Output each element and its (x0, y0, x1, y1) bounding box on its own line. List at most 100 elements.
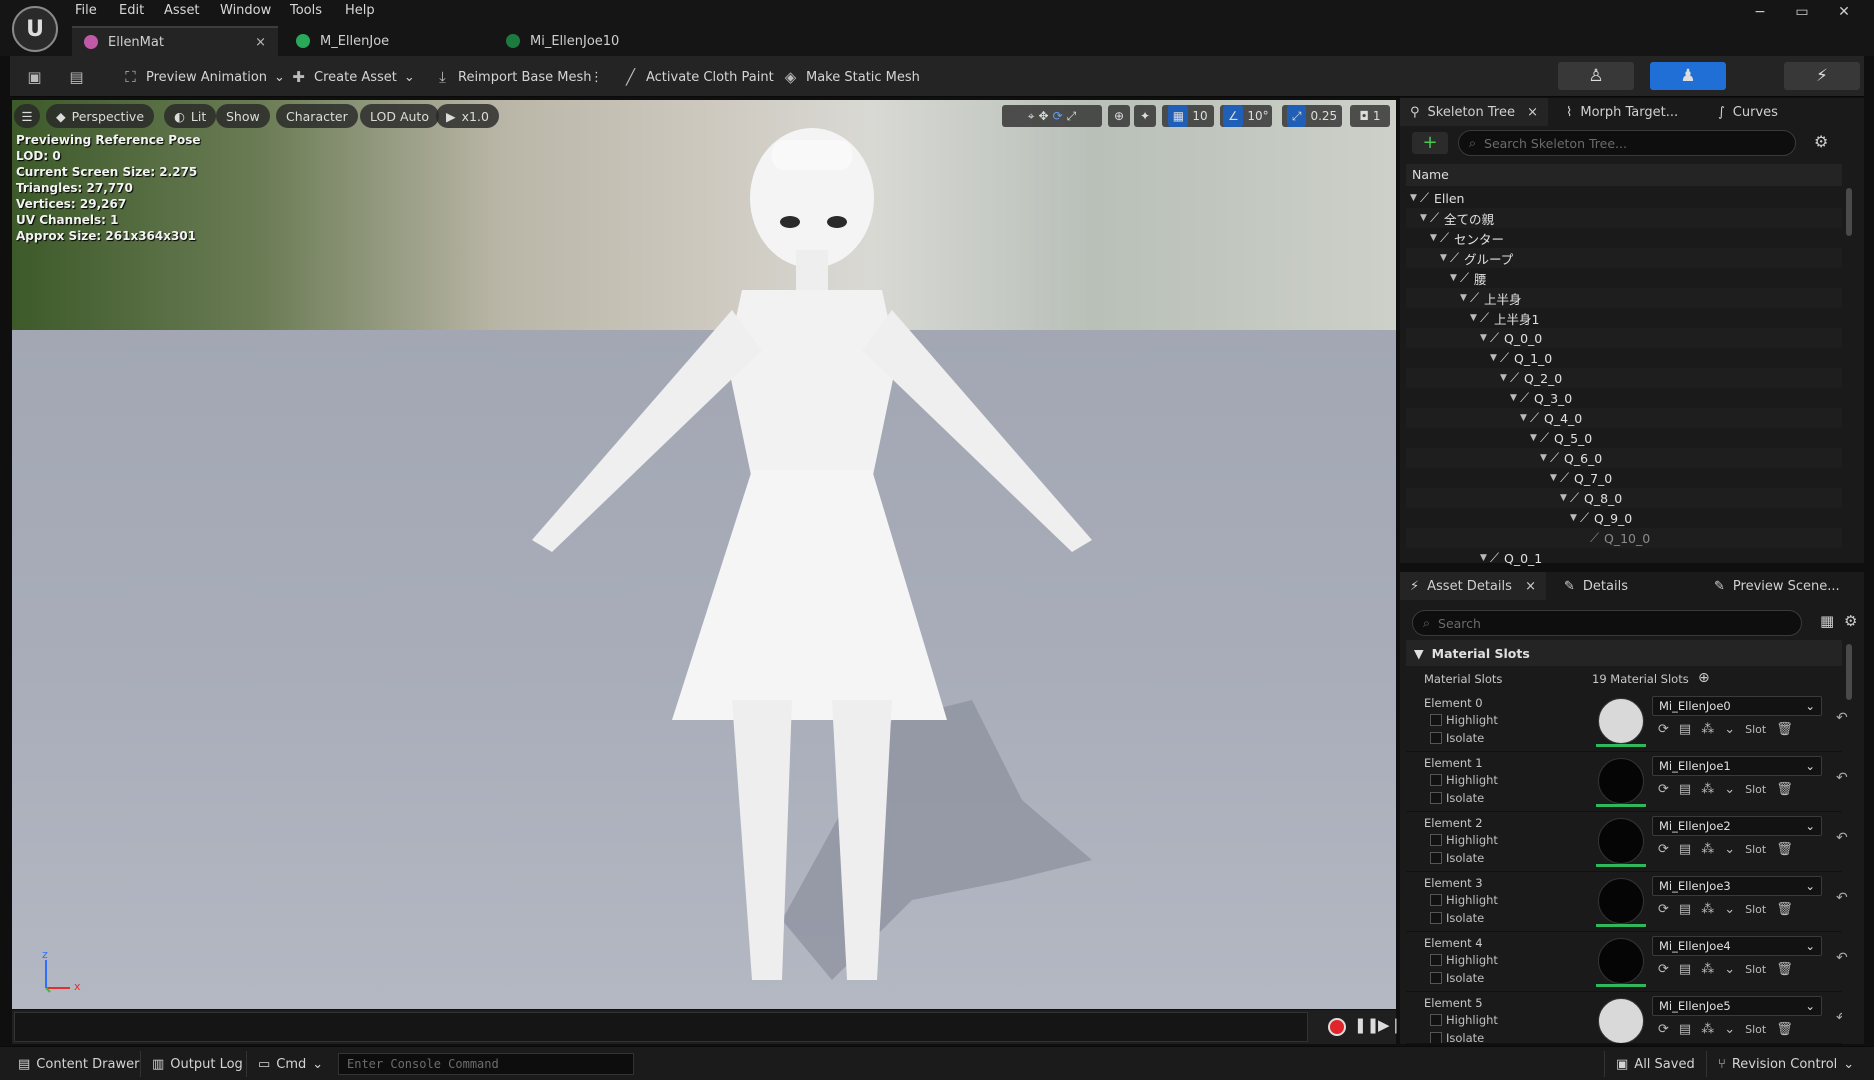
bone-row[interactable]: ▼ ⟋ Q_7_0 (1406, 468, 1842, 488)
skeleton-search-input[interactable]: ⌕ Search Skeleton Tree... (1458, 130, 1796, 156)
skeleton-mode-button[interactable]: ♙ (1558, 62, 1634, 90)
menu-tools[interactable]: Tools (290, 3, 322, 18)
chevron-down-icon[interactable]: ⌄ (1724, 842, 1735, 857)
transform-tools[interactable]: ⌖ ✥ ⟳ ⤢ (1002, 105, 1102, 127)
maximize-button[interactable]: ▭ (1782, 0, 1822, 24)
settings-gear-icon[interactable]: ⚙ (1844, 612, 1857, 630)
expand-arrow-icon[interactable]: ▼ (1470, 313, 1480, 323)
expand-arrow-icon[interactable]: ▼ (1430, 233, 1440, 243)
cmd-dropdown[interactable]: ▭ Cmd ⌄ (258, 1053, 323, 1075)
move-icon[interactable]: ✥ (1039, 109, 1049, 123)
menu-file[interactable]: File (75, 3, 97, 18)
browse-folder-icon[interactable]: ▤ (1679, 1022, 1691, 1037)
all-saved-button[interactable]: ▣ All Saved (1616, 1053, 1695, 1075)
step-forward-icon[interactable]: ▶❘ (1378, 1016, 1402, 1034)
cluster-icon[interactable]: ⁂ (1701, 842, 1714, 857)
lit-button[interactable]: ◐ Lit (164, 104, 217, 128)
expand-arrow-icon[interactable]: ▼ (1570, 513, 1580, 523)
bone-row[interactable]: ▼ ⟋ Q_0_0 (1406, 328, 1842, 348)
cluster-icon[interactable]: ⁂ (1701, 962, 1714, 977)
bone-row[interactable]: ▼ ⟋ 上半身 (1406, 288, 1842, 308)
expand-arrow-icon[interactable]: ▼ (1540, 453, 1550, 463)
isolate-checkbox[interactable] (1430, 792, 1442, 804)
details-scrollbar[interactable] (1846, 644, 1852, 700)
bone-row[interactable]: ▼ ⟋ Q_2_0 (1406, 368, 1842, 388)
close-tab-icon[interactable]: × (1527, 105, 1538, 120)
trash-icon[interactable]: 🗑 (1776, 962, 1793, 977)
save-button[interactable]: ▣ (22, 64, 47, 90)
material-dropdown[interactable]: Mi_EllenJoe5 ⌄ (1652, 996, 1822, 1016)
bone-row[interactable]: ▼ ⟋ Q_6_0 (1406, 448, 1842, 468)
rotate-icon[interactable]: ⟳ (1053, 109, 1063, 123)
lod-button[interactable]: LOD Auto (360, 104, 439, 128)
browse-button[interactable]: ▤ (64, 64, 89, 90)
playback-speed-button[interactable]: ▶ x1.0 (436, 104, 499, 128)
material-dropdown[interactable]: Mi_EllenJoe1 ⌄ (1652, 756, 1822, 776)
record-button[interactable] (1328, 1018, 1346, 1036)
content-drawer-button[interactable]: ▤ Content Drawer (18, 1053, 139, 1075)
tab-details[interactable]: ✎ Details (1554, 572, 1674, 600)
material-dropdown[interactable]: Mi_EllenJoe4 ⌄ (1652, 936, 1822, 956)
reset-arrow-icon[interactable]: ↶ (1836, 830, 1848, 846)
expand-arrow-icon[interactable]: ▼ (1490, 353, 1500, 363)
tab-preview-scene[interactable]: ✎ Preview Scene... (1704, 572, 1864, 600)
make-static-mesh-button[interactable]: ◈ Make Static Mesh (778, 64, 924, 90)
bone-row[interactable]: ▼ ⟋ 腰 (1406, 268, 1842, 288)
expand-arrow-icon[interactable]: ▼ (1560, 493, 1570, 503)
reset-arrow-icon[interactable]: ↶ (1836, 770, 1848, 786)
expand-arrow-icon[interactable]: ▼ (1550, 473, 1560, 483)
add-bone-button[interactable]: + (1412, 132, 1448, 154)
bone-row[interactable]: ▼ ⟋ Q_5_0 (1406, 428, 1842, 448)
menu-edit[interactable]: Edit (119, 3, 144, 18)
material-thumbnail[interactable] (1598, 938, 1644, 984)
trash-icon[interactable]: 🗑 (1776, 782, 1793, 797)
bone-row[interactable]: ▼ ⟋ Q_0_1 (1406, 548, 1842, 568)
name-column-header[interactable]: Name (1406, 164, 1842, 186)
tab-asset-details[interactable]: ⚡ Asset Details × (1400, 572, 1546, 600)
timeline-track[interactable] (14, 1012, 1308, 1042)
isolate-checkbox[interactable] (1430, 852, 1442, 864)
mesh-mode-button[interactable]: ♟ (1650, 62, 1726, 90)
bone-row[interactable]: ▼ ⟋ Ellen (1406, 188, 1842, 208)
tab-ellenmat[interactable]: EllenMat × (72, 26, 278, 56)
browse-folder-icon[interactable]: ▤ (1679, 722, 1691, 737)
menu-asset[interactable]: Asset (164, 3, 200, 18)
menu-help[interactable]: Help (345, 3, 375, 18)
add-slot-icon[interactable]: ⊕ (1698, 670, 1710, 686)
reset-arrow-icon[interactable]: ↶ (1836, 890, 1848, 906)
reset-arrow-icon[interactable]: ↶ (1836, 950, 1848, 966)
character-button[interactable]: Character (276, 104, 358, 128)
use-selected-icon[interactable]: ⟳ (1658, 842, 1669, 857)
cluster-icon[interactable]: ⁂ (1701, 1022, 1714, 1037)
expand-arrow-icon[interactable]: ▼ (1440, 253, 1450, 263)
highlight-checkbox[interactable] (1430, 954, 1442, 966)
material-dropdown[interactable]: Mi_EllenJoe3 ⌄ (1652, 876, 1822, 896)
trash-icon[interactable]: 🗑 (1776, 842, 1793, 857)
browse-folder-icon[interactable]: ▤ (1679, 782, 1691, 797)
cluster-icon[interactable]: ⁂ (1701, 722, 1714, 737)
viewport-menu-button[interactable]: ☰ (14, 104, 40, 128)
material-thumbnail[interactable] (1598, 818, 1644, 864)
browse-folder-icon[interactable]: ▤ (1679, 902, 1691, 917)
material-slots-section[interactable]: ▼ Material Slots (1406, 640, 1842, 666)
bone-row[interactable]: ⟋ Q_10_0 (1406, 528, 1842, 548)
output-log-button[interactable]: ▥ Output Log (152, 1053, 243, 1075)
isolate-checkbox[interactable] (1430, 732, 1442, 744)
cluster-icon[interactable]: ⁂ (1701, 782, 1714, 797)
bone-row[interactable]: ▼ ⟋ Q_9_0 (1406, 508, 1842, 528)
bone-row[interactable]: ▼ ⟋ Q_1_0 (1406, 348, 1842, 368)
chevron-down-icon[interactable]: ⌄ (1724, 902, 1735, 917)
show-button[interactable]: Show (216, 104, 270, 128)
bone-row[interactable]: ▼ ⟋ センター (1406, 228, 1842, 248)
highlight-checkbox[interactable] (1430, 714, 1442, 726)
tab-morph-target[interactable]: ⌇ Morph Target... (1556, 98, 1706, 126)
close-window-button[interactable]: ✕ (1824, 0, 1864, 24)
reset-arrow-icon[interactable]: ↶ (1836, 1010, 1842, 1026)
close-tab-icon[interactable]: × (255, 35, 266, 50)
isolate-checkbox[interactable] (1430, 1032, 1442, 1043)
material-thumbnail[interactable] (1598, 878, 1644, 924)
use-selected-icon[interactable]: ⟳ (1658, 1022, 1669, 1037)
close-tab-icon[interactable]: × (1525, 579, 1536, 594)
bone-row[interactable]: ▼ ⟋ 上半身1 (1406, 308, 1842, 328)
unreal-logo-icon[interactable]: U (12, 6, 58, 52)
